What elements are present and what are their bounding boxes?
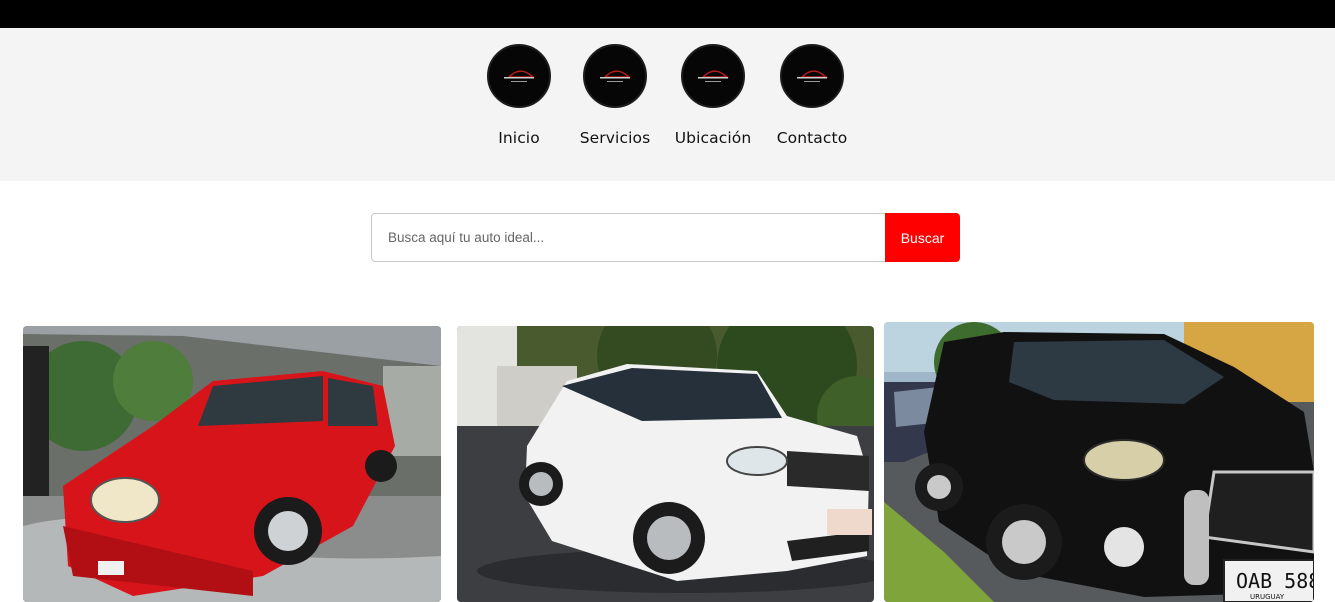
nav-label: Inicio <box>498 129 540 147</box>
search-button[interactable]: Buscar <box>885 213 960 262</box>
nav-item-servicios[interactable]: Servicios <box>560 44 670 147</box>
white-renault-suv-photo <box>457 326 874 602</box>
black-peugeot-pickup-photo: OAB 588 URUGUAY <box>884 322 1314 602</box>
nav-label: Servicios <box>579 129 651 147</box>
search-bar: Buscar <box>371 213 960 262</box>
brand-logo-icon <box>487 44 551 108</box>
license-plate: OAB 588 <box>1236 569 1314 593</box>
main-navigation: Inicio Servicios Ubicación Contacto <box>0 28 1335 181</box>
nav-label: Ubicación <box>674 129 752 147</box>
nav-item-ubicacion[interactable]: Ubicación <box>658 44 768 147</box>
red-hatchback-photo <box>23 326 441 602</box>
car-card[interactable] <box>457 326 874 602</box>
brand-logo-icon <box>583 44 647 108</box>
search-input[interactable] <box>371 213 886 262</box>
plate-country: URUGUAY <box>1250 593 1285 601</box>
brand-logo-icon <box>780 44 844 108</box>
car-card[interactable]: OAB 588 URUGUAY <box>884 322 1314 602</box>
nav-label: Contacto <box>776 129 848 147</box>
nav-item-inicio[interactable]: Inicio <box>464 44 574 147</box>
top-bar <box>0 0 1335 28</box>
car-card[interactable] <box>23 326 441 602</box>
nav-item-contacto[interactable]: Contacto <box>757 44 867 147</box>
brand-logo-icon <box>681 44 745 108</box>
